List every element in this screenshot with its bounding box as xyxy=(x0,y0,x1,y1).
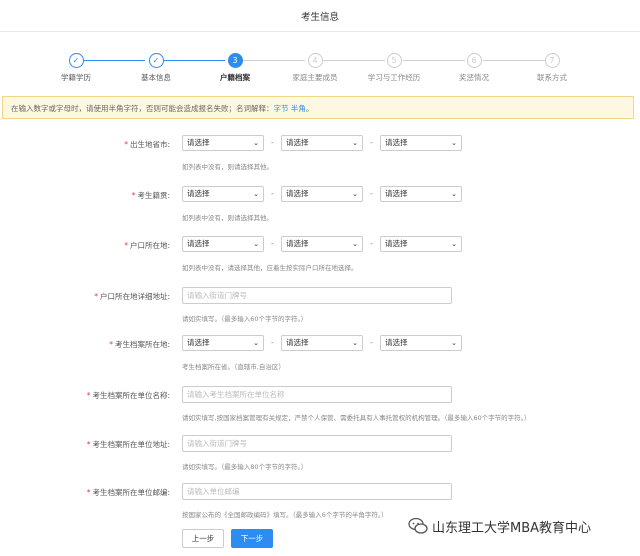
step-label: 家庭主要成员 xyxy=(292,73,338,82)
archive-unit-address-label: * 考生档案所在单位地址: xyxy=(86,440,170,449)
archive-unit-address-input[interactable]: 请输入街道门牌号 xyxy=(182,435,452,452)
chevron-down-icon: ⌄ xyxy=(352,240,358,248)
step-number: 5 xyxy=(386,53,402,68)
step-label: 基本信息 xyxy=(141,73,171,82)
archive-unit-address-hint: 请如实填写。（最多输入80个字节的字符。） xyxy=(182,463,308,471)
chevron-down-icon: ⌄ xyxy=(451,139,457,147)
chevron-down-icon: ⌄ xyxy=(253,139,259,147)
link-byte[interactable]: 字节 xyxy=(274,104,289,113)
step-6: 6 奖惩情况 xyxy=(429,48,519,83)
native-province-select[interactable]: 请选择 ⌄ xyxy=(182,186,264,202)
check-icon: ✓ xyxy=(68,53,84,68)
wechat-icon xyxy=(408,517,428,534)
archive-unit-name-hint: 请如实填写,按国家档案管理有关规定，严禁个人保管、需委托具有人事托管权的机构管理… xyxy=(182,414,531,422)
birthplace-province-select[interactable]: 请选择 ⌄ xyxy=(182,135,264,151)
prev-button[interactable]: 上一步 xyxy=(182,529,224,548)
step-7: 7 联系方式 xyxy=(507,48,597,83)
page-title: 考生信息 xyxy=(300,12,339,23)
step-2[interactable]: ✓ 基本信息 xyxy=(111,48,201,83)
hukou-hint: 如列表中没有，请选择其他，应着生按实际户口所在地选择。 xyxy=(182,264,358,272)
archive-district-select[interactable]: 请选择 ⌄ xyxy=(380,335,462,351)
archive-province-select[interactable]: 请选择 ⌄ xyxy=(182,335,264,351)
notice-banner: 在输入数字或字母时，请使用半角字符，否则可能会造成报名失败；名词解释：字节 半角… xyxy=(2,96,634,119)
step-label: 学习与工作经历 xyxy=(367,73,421,82)
notice-text: 在输入数字或字母时，请使用半角字符，否则可能会造成报名失败；名词解释：字节 半角… xyxy=(11,104,314,113)
step-number: 7 xyxy=(544,53,560,68)
archive-unit-name-input[interactable]: 请输入考生档案所在单位名称 xyxy=(182,386,452,403)
step-label: 奖惩情况 xyxy=(459,73,489,82)
chevron-down-icon: ⌄ xyxy=(451,240,457,248)
step-5: 5 学习与工作经历 xyxy=(349,48,439,83)
step-1[interactable]: ✓ 学籍学历 xyxy=(31,48,121,83)
chevron-down-icon: ⌄ xyxy=(451,190,457,198)
watermark-text: 山东理工大学MBA教育中心 xyxy=(432,521,592,536)
step-number: 3 xyxy=(227,53,243,68)
archive-location-label: * 考生档案所在地: xyxy=(109,340,170,349)
birthplace-label: * 出生地省市: xyxy=(124,140,170,149)
chevron-down-icon: ⌄ xyxy=(253,339,259,347)
watermark: 山东理工大学MBA教育中心 xyxy=(408,515,633,537)
hukou-district-select[interactable]: 请选择 ⌄ xyxy=(380,236,462,252)
native-district-select[interactable]: 请选择 ⌄ xyxy=(380,186,462,202)
hukou-province-select[interactable]: 请选择 ⌄ xyxy=(182,236,264,252)
archive-unit-zip-label: * 考生档案所在单位邮编: xyxy=(86,488,170,497)
step-progress: ✓ 学籍学历 ✓ 基本信息 3 户籍档案 4 家庭主要成员 5 学习与工作经历 … xyxy=(0,48,640,88)
step-3[interactable]: 3 户籍档案 xyxy=(190,48,280,83)
chevron-down-icon: ⌄ xyxy=(352,190,358,198)
birthplace-city-select[interactable]: 请选择 ⌄ xyxy=(281,135,363,151)
step-4: 4 家庭主要成员 xyxy=(270,48,360,83)
native-city-select[interactable]: 请选择 ⌄ xyxy=(281,186,363,202)
step-number: 4 xyxy=(307,53,323,68)
chevron-down-icon: ⌄ xyxy=(352,139,358,147)
archive-unit-zip-hint: 按国家公布的《全国邮政编码》填写。（最多输入6个字节的半角字符。） xyxy=(182,511,388,519)
archive-location-hint: 考生档案所在省。（直辖市,自治区） xyxy=(182,363,285,371)
native-hint: 如列表中没有，则请选择其他。 xyxy=(182,214,273,222)
step-label: 联系方式 xyxy=(537,73,567,82)
hukou-address-input[interactable]: 请输入街道门牌号 xyxy=(182,287,452,304)
chevron-down-icon: ⌄ xyxy=(352,339,358,347)
hukou-address-label: * 户口所在地详细地址: xyxy=(94,292,170,301)
hukou-city-select[interactable]: 请选择 ⌄ xyxy=(281,236,363,252)
page-header: 考生信息 xyxy=(0,0,640,32)
next-button[interactable]: 下一步 xyxy=(231,529,273,548)
check-icon: ✓ xyxy=(148,53,164,68)
chevron-down-icon: ⌄ xyxy=(451,339,457,347)
step-label: 学籍学历 xyxy=(61,73,91,82)
archive-unit-name-label: * 考生档案所在单位名称: xyxy=(86,391,170,400)
step-label: 户籍档案 xyxy=(220,73,250,82)
chevron-down-icon: ⌄ xyxy=(253,240,259,248)
birthplace-district-select[interactable]: 请选择 ⌄ xyxy=(380,135,462,151)
native-label: * 考生籍贯: xyxy=(131,191,170,200)
archive-city-select[interactable]: 请选择 ⌄ xyxy=(281,335,363,351)
hukou-address-hint: 请如实填写。（最多输入60个字节的字符。） xyxy=(182,315,308,323)
archive-unit-zip-input[interactable]: 请输入单位邮编 xyxy=(182,483,452,500)
link-halfwidth[interactable]: 半角 xyxy=(291,104,306,113)
birthplace-hint: 如列表中没有，则请选择其他。 xyxy=(182,163,273,171)
step-number: 6 xyxy=(466,53,482,68)
chevron-down-icon: ⌄ xyxy=(253,190,259,198)
hukou-label: * 户口所在地: xyxy=(124,241,170,250)
